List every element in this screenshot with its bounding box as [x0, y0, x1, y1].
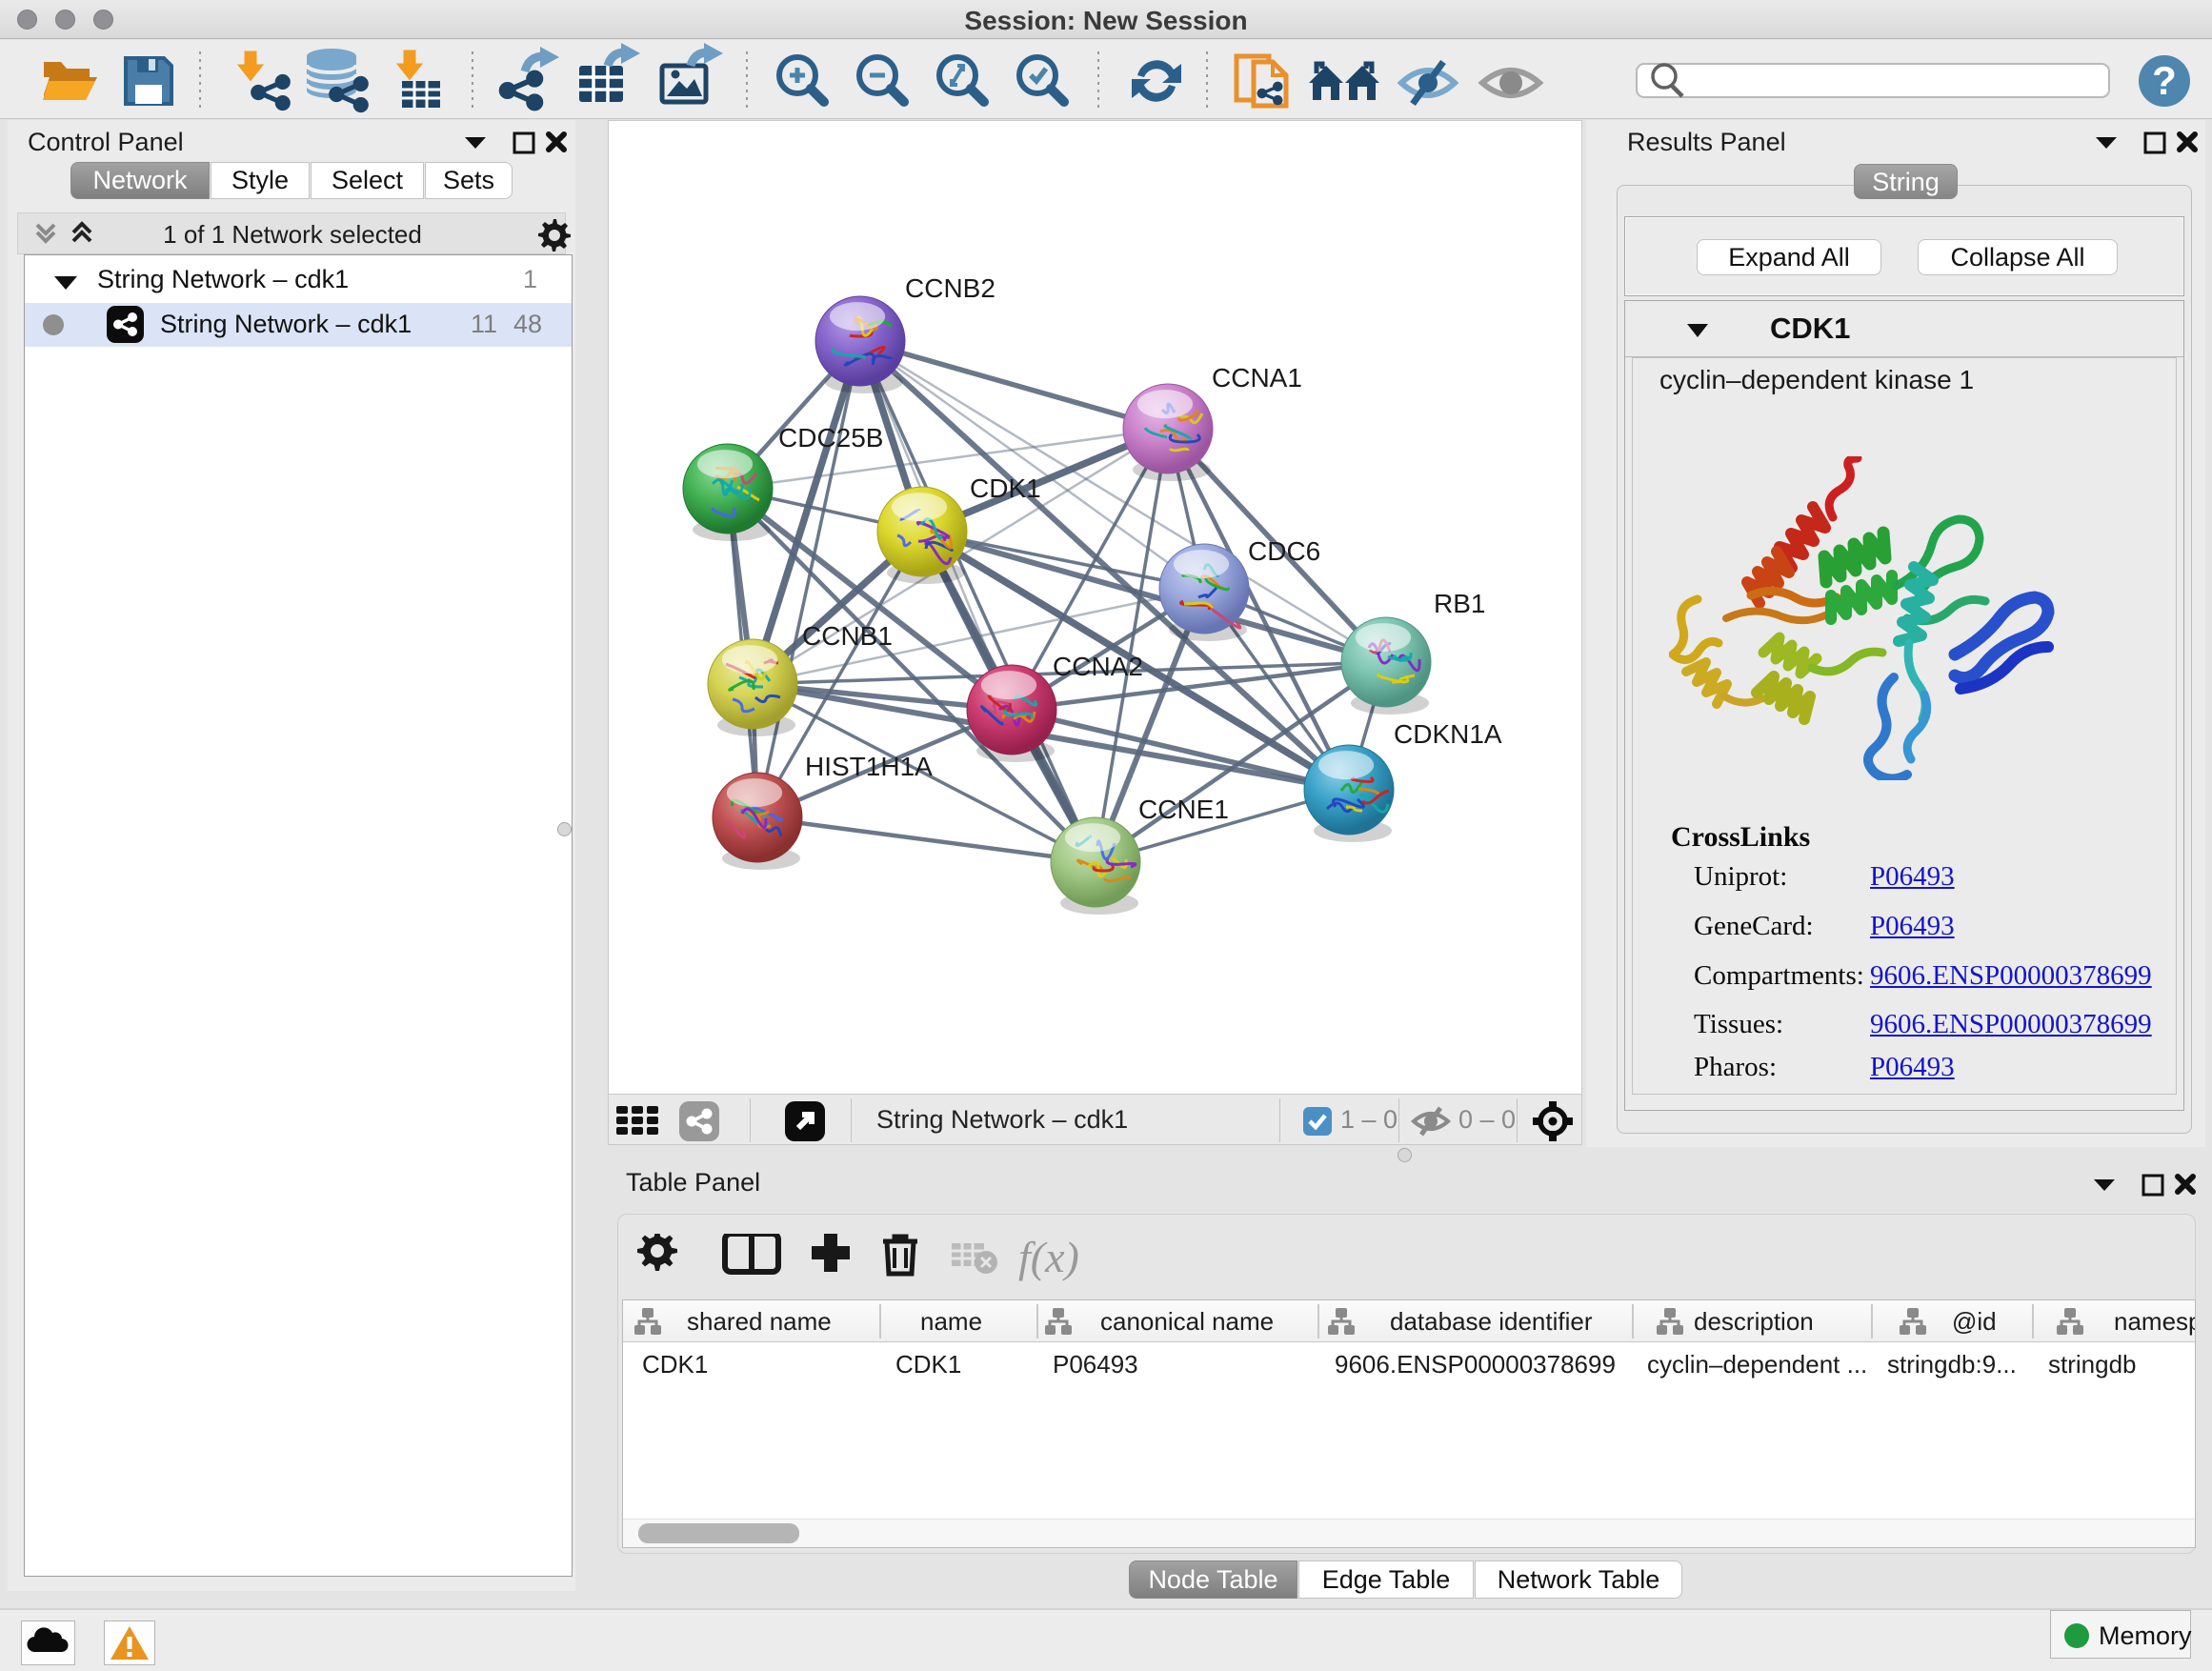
svg-text:CDKN1A: CDKN1A: [1394, 719, 1502, 749]
svg-text:RB1: RB1: [1434, 589, 1485, 618]
svg-text:CCNA1: CCNA1: [1212, 363, 1302, 393]
svg-text:database identifier: database identifier: [1390, 1307, 1593, 1336]
svg-text:canonical name: canonical name: [1100, 1307, 1274, 1336]
svg-text:CCNE1: CCNE1: [1138, 795, 1229, 824]
svg-text:@id: @id: [1952, 1307, 1997, 1336]
svg-text:CCNB1: CCNB1: [802, 621, 893, 651]
svg-text:shared name: shared name: [687, 1307, 832, 1336]
svg-text:f(x): f(x): [1018, 1234, 1079, 1281]
svg-text:namespac: namespac: [2114, 1307, 2195, 1336]
svg-text:description: description: [1694, 1307, 1814, 1336]
svg-text:CDC6: CDC6: [1248, 536, 1320, 566]
svg-text:CDK1: CDK1: [970, 473, 1041, 503]
svg-text:HIST1H1A: HIST1H1A: [805, 752, 933, 781]
svg-text:CCNA2: CCNA2: [1053, 652, 1143, 681]
svg-text:CDC25B: CDC25B: [778, 423, 883, 453]
svg-text:name: name: [920, 1307, 982, 1336]
svg-text:CCNB2: CCNB2: [905, 273, 995, 303]
svg-text:?: ?: [2152, 58, 2177, 103]
